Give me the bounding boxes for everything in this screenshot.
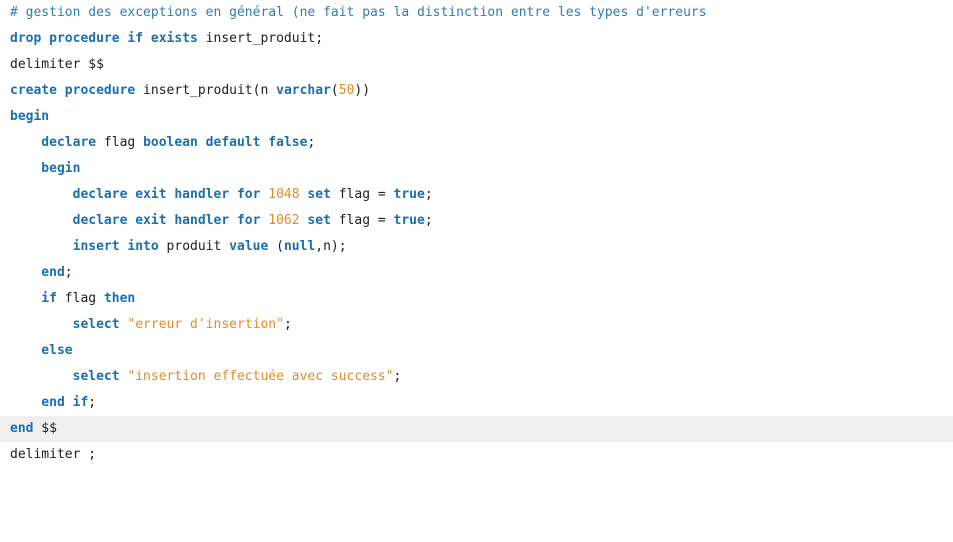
code-line-current[interactable]: end $$ xyxy=(0,416,953,442)
code-token-keyword: begin xyxy=(10,109,50,124)
code-line-text: begin xyxy=(10,109,49,124)
code-token-ident: ; xyxy=(283,317,292,332)
code-editor[interactable]: # gestion des exceptions en général (ne … xyxy=(0,0,953,542)
code-line-text: insert into produit value (null,n); xyxy=(10,239,347,254)
code-token-ident: delimiter ; xyxy=(10,447,97,462)
code-token-keyword: true xyxy=(393,187,425,202)
code-line-text: end $$ xyxy=(10,421,57,436)
code-token-keyword: varchar xyxy=(276,83,331,98)
code-token-keyword: value xyxy=(229,239,269,254)
code-token-string: "erreur d'insertion" xyxy=(127,317,284,332)
code-token-ident: produit xyxy=(158,239,230,254)
code-token-keyword: select xyxy=(10,317,120,332)
code-token-ident: ,n); xyxy=(315,239,347,254)
code-line-text: begin xyxy=(10,161,80,176)
code-line[interactable]: declare flag boolean default false; xyxy=(0,130,953,156)
code-token-ident: ; xyxy=(307,135,316,150)
code-token-ident: ; xyxy=(393,369,402,384)
code-token-keyword: then xyxy=(103,291,136,306)
code-token-ident: delimiter $$ xyxy=(10,57,104,72)
code-line-text: if flag then xyxy=(10,291,135,306)
code-line-text: declare flag boolean default false; xyxy=(10,135,315,150)
code-line-text: end; xyxy=(10,265,73,280)
code-token-number: 1048 xyxy=(268,187,300,202)
code-token-keyword: end if xyxy=(10,395,89,410)
code-token-keyword: declare xyxy=(10,135,97,150)
code-token-ident: ; xyxy=(88,395,97,410)
code-line[interactable]: declare exit handler for 1062 set flag =… xyxy=(0,208,953,234)
code-token-ident: ( xyxy=(330,83,339,98)
code-token-keyword: select xyxy=(10,369,120,384)
code-token-keyword: set xyxy=(307,213,331,228)
code-line-text: delimiter ; xyxy=(10,447,96,462)
code-line[interactable]: begin xyxy=(0,104,953,130)
code-token-ident: insert_produit(n xyxy=(135,83,277,98)
code-line-text: end if; xyxy=(10,395,96,410)
code-line[interactable]: begin xyxy=(0,156,953,182)
code-line[interactable]: else xyxy=(0,338,953,364)
code-token-keyword: set xyxy=(307,187,331,202)
code-line-text: else xyxy=(10,343,73,358)
code-token-ident: insert_produit; xyxy=(197,31,324,46)
code-token-keyword: boolean default false xyxy=(143,135,308,150)
code-token-ident: ; xyxy=(64,265,73,280)
code-line-text: select "erreur d'insertion"; xyxy=(10,317,292,332)
code-token-keyword: declare exit handler for xyxy=(10,213,261,228)
code-token-string: "insertion effectuée avec success" xyxy=(127,369,394,384)
code-token-keyword: drop procedure if exists xyxy=(10,31,198,46)
code-line[interactable]: select "erreur d'insertion"; xyxy=(0,312,953,338)
code-line[interactable]: insert into produit value (null,n); xyxy=(0,234,953,260)
code-line[interactable]: end if; xyxy=(0,390,953,416)
code-token-ident: flag xyxy=(96,135,144,150)
code-token-ident: $$ xyxy=(33,421,57,436)
code-line[interactable]: declare exit handler for 1048 set flag =… xyxy=(0,182,953,208)
code-line-text: declare exit handler for 1048 set flag =… xyxy=(10,187,433,202)
code-token-keyword: begin xyxy=(10,161,81,176)
code-token-keyword: if xyxy=(10,291,57,306)
code-token-comment: # gestion des exceptions en général (ne … xyxy=(10,5,707,20)
code-line-text: select "insertion effectuée avec success… xyxy=(10,369,402,384)
code-token-keyword: insert into xyxy=(10,239,159,254)
code-token-keyword: else xyxy=(10,343,73,358)
code-line-text: # gestion des exceptions en général (ne … xyxy=(10,5,707,20)
code-token-ident: flag = xyxy=(330,187,394,202)
code-token-keyword: create procedure xyxy=(10,83,136,98)
code-token-keyword: declare exit handler for xyxy=(10,187,261,202)
code-token-ident: ; xyxy=(424,213,433,228)
code-token-keyword: null xyxy=(283,239,316,254)
code-line[interactable]: delimiter $$ xyxy=(0,52,953,78)
code-token-ident: flag = xyxy=(330,213,394,228)
code-line[interactable]: drop procedure if exists insert_produit; xyxy=(0,26,953,52)
code-token-ident: flag xyxy=(56,291,104,306)
code-line-text: drop procedure if exists insert_produit; xyxy=(10,31,323,46)
code-line-text: delimiter $$ xyxy=(10,57,104,72)
code-token-keyword: end xyxy=(10,265,65,280)
code-area[interactable]: # gestion des exceptions en général (ne … xyxy=(0,0,953,468)
code-token-keyword: true xyxy=(393,213,425,228)
code-line[interactable]: if flag then xyxy=(0,286,953,312)
code-line[interactable]: create procedure insert_produit(n varcha… xyxy=(0,78,953,104)
code-token-ident: )) xyxy=(354,83,371,98)
code-line[interactable]: # gestion des exceptions en général (ne … xyxy=(0,0,953,26)
code-token-keyword: end xyxy=(10,421,34,436)
code-token-number: 1062 xyxy=(268,213,300,228)
code-token-ident: ; xyxy=(424,187,433,202)
code-line[interactable]: select "insertion effectuée avec success… xyxy=(0,364,953,390)
code-line-text: create procedure insert_produit(n varcha… xyxy=(10,83,370,98)
code-line[interactable]: end; xyxy=(0,260,953,286)
code-line[interactable]: delimiter ; xyxy=(0,442,953,468)
code-token-number: 50 xyxy=(338,83,355,98)
code-line-text: declare exit handler for 1062 set flag =… xyxy=(10,213,433,228)
code-token-ident: ( xyxy=(268,239,284,254)
